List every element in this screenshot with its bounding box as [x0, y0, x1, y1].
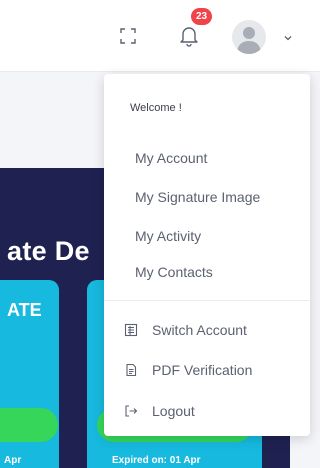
card-title: ATE — [7, 300, 42, 320]
logout-icon — [125, 405, 138, 417]
card-expiry: Apr — [4, 455, 22, 466]
fullscreen-icon[interactable] — [120, 28, 136, 44]
user-avatar[interactable] — [232, 20, 266, 54]
user-dropdown-menu: Welcome ! My Account My Signature Image … — [104, 74, 310, 436]
top-header — [0, 0, 320, 72]
menu-item-my-activity[interactable]: My Activity — [135, 228, 201, 244]
menu-item-pdf-verification[interactable]: PDF Verification — [124, 360, 252, 380]
card-expiry: Expired on: 01 Apr — [112, 455, 201, 466]
welcome-text: Welcome ! — [130, 102, 182, 114]
document-icon — [126, 363, 137, 377]
card-action-button[interactable] — [0, 408, 58, 442]
menu-item-label: Logout — [152, 403, 195, 419]
banner-title: ate De — [7, 236, 90, 266]
chevron-down-icon[interactable] — [283, 30, 293, 41]
switch-account-icon — [124, 323, 138, 337]
menu-item-my-contacts[interactable]: My Contacts — [135, 264, 213, 280]
menu-item-my-signature-image[interactable]: My Signature Image — [135, 189, 260, 205]
menu-item-label: PDF Verification — [152, 362, 253, 378]
menu-divider — [104, 300, 310, 301]
menu-item-label: Switch Account — [152, 322, 247, 338]
bell-icon[interactable] — [178, 24, 200, 48]
notification-badge: 23 — [191, 8, 212, 25]
menu-item-my-account[interactable]: My Account — [135, 150, 207, 166]
menu-item-switch-account[interactable]: Switch Account — [124, 320, 247, 340]
menu-item-logout[interactable]: Logout — [124, 401, 195, 421]
